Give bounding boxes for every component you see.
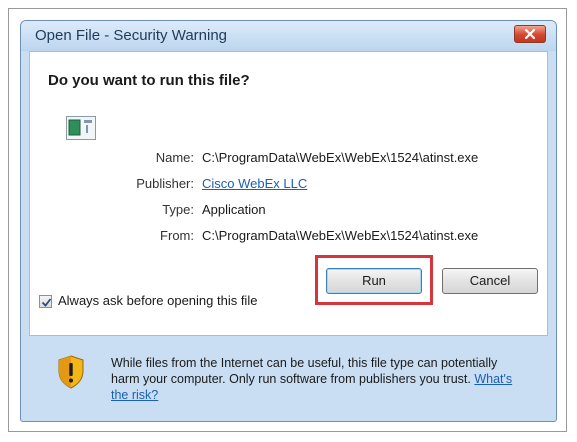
always-ask-label[interactable]: Always ask before opening this file bbox=[58, 293, 257, 308]
type-label: Type: bbox=[162, 202, 194, 217]
warning-text: While files from the Internet can be use… bbox=[111, 356, 498, 386]
run-button[interactable]: Run bbox=[326, 268, 422, 294]
name-label: Name: bbox=[155, 150, 194, 165]
publisher-link[interactable]: Cisco WebEx LLC bbox=[202, 176, 307, 191]
application-file-icon bbox=[66, 116, 96, 140]
checkmark-icon bbox=[41, 298, 52, 307]
question-heading: Do you want to run this file? bbox=[48, 72, 250, 89]
type-value: Application bbox=[202, 202, 266, 217]
always-ask-checkbox[interactable] bbox=[39, 295, 52, 308]
warning-message: While files from the Internet can be use… bbox=[111, 355, 521, 403]
from-value: C:\ProgramData\WebEx\WebEx\1524\atinst.e… bbox=[202, 228, 479, 243]
security-warning-dialog: Open File - Security Warning Do you want… bbox=[20, 20, 557, 422]
publisher-label: Publisher: bbox=[136, 176, 194, 191]
from-label: From: bbox=[160, 228, 194, 243]
name-value: C:\ProgramData\WebEx\WebEx\1524\atinst.e… bbox=[202, 150, 479, 165]
title-bar: Open File - Security Warning bbox=[21, 21, 556, 51]
close-button[interactable] bbox=[514, 25, 546, 43]
shield-warning-icon bbox=[58, 355, 84, 389]
dialog-title: Open File - Security Warning bbox=[35, 27, 228, 44]
close-icon bbox=[524, 28, 536, 40]
cancel-button[interactable]: Cancel bbox=[442, 268, 538, 294]
